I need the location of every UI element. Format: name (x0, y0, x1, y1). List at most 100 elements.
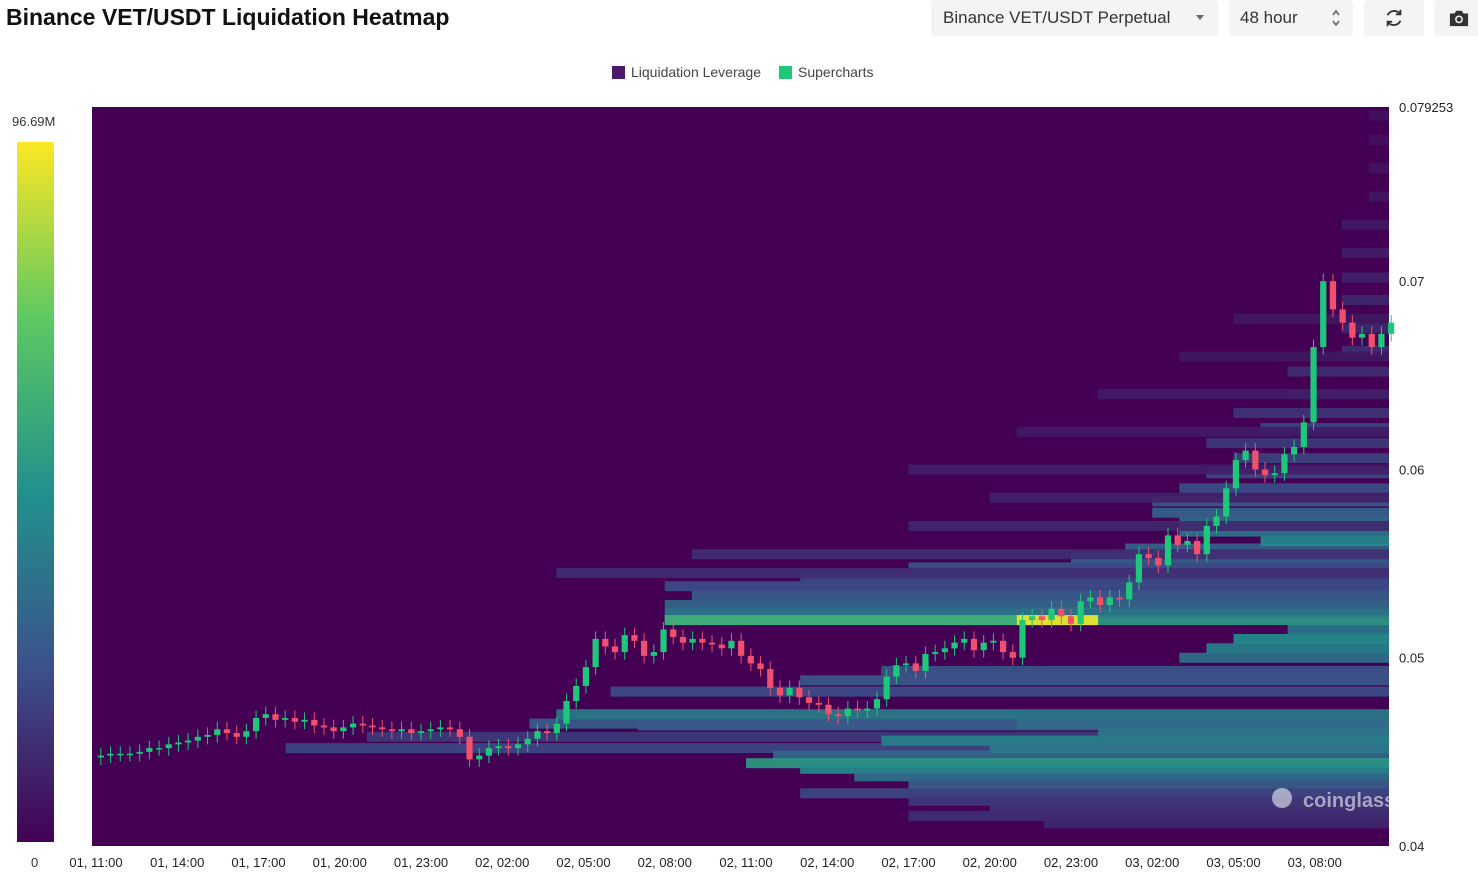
candle[interactable] (97, 755, 104, 758)
candle[interactable] (1329, 281, 1337, 310)
candle[interactable] (679, 637, 687, 643)
candle[interactable] (1194, 541, 1201, 555)
candle[interactable] (1067, 616, 1075, 624)
candle[interactable] (1368, 333, 1375, 348)
candle[interactable] (1164, 535, 1172, 566)
candle[interactable] (1184, 541, 1191, 545)
candle[interactable] (961, 638, 968, 643)
candle[interactable] (1358, 333, 1366, 338)
candle[interactable] (757, 663, 764, 670)
candle[interactable] (660, 629, 667, 653)
candle[interactable] (1097, 597, 1104, 606)
candle[interactable] (272, 714, 279, 720)
candle[interactable] (553, 723, 560, 734)
candle[interactable] (1135, 554, 1143, 583)
candle[interactable] (1106, 597, 1113, 606)
candle[interactable] (932, 652, 939, 654)
candle[interactable] (1232, 460, 1240, 489)
candle[interactable] (1058, 608, 1065, 617)
candle[interactable] (388, 729, 395, 732)
candle[interactable] (805, 697, 813, 703)
candle[interactable] (146, 748, 153, 752)
candle[interactable] (524, 738, 531, 745)
candle[interactable] (1388, 322, 1395, 334)
candle[interactable] (185, 740, 192, 743)
candle[interactable] (233, 733, 240, 737)
candle[interactable] (1252, 450, 1259, 470)
candle[interactable] (223, 729, 231, 734)
candle[interactable] (873, 699, 881, 709)
candle[interactable] (1349, 322, 1356, 338)
candle[interactable] (175, 742, 182, 745)
candle[interactable] (243, 731, 250, 737)
candle[interactable] (815, 702, 822, 705)
candle[interactable] (670, 629, 677, 638)
candle[interactable] (126, 753, 134, 756)
candle[interactable] (165, 744, 172, 749)
candle[interactable] (718, 644, 725, 649)
candle[interactable] (611, 646, 619, 653)
candle[interactable] (1213, 516, 1220, 526)
candle[interactable] (631, 635, 638, 641)
candle[interactable] (835, 714, 842, 717)
candle[interactable] (602, 638, 609, 647)
candle[interactable] (1223, 488, 1230, 517)
candle[interactable] (573, 685, 580, 702)
candle[interactable] (592, 638, 599, 668)
candle[interactable] (311, 719, 318, 726)
candle[interactable] (767, 669, 774, 688)
candle[interactable] (786, 687, 793, 696)
candle[interactable] (1320, 281, 1327, 348)
candle[interactable] (514, 744, 522, 749)
candle[interactable] (485, 748, 493, 756)
candle[interactable] (563, 701, 570, 724)
candle[interactable] (1310, 347, 1317, 423)
candle[interactable] (1145, 554, 1152, 558)
candle[interactable] (650, 652, 657, 656)
candle[interactable] (495, 746, 502, 749)
candle[interactable] (476, 755, 483, 760)
candle[interactable] (214, 729, 221, 735)
candle[interactable] (854, 708, 861, 711)
candle[interactable] (796, 687, 803, 698)
candle[interactable] (194, 736, 201, 741)
candle[interactable] (107, 753, 114, 756)
candle[interactable] (844, 708, 851, 717)
candle[interactable] (1029, 616, 1036, 621)
candle[interactable] (204, 734, 211, 737)
candle[interactable] (417, 731, 425, 734)
candle[interactable] (941, 648, 948, 653)
candle[interactable] (582, 667, 590, 686)
candle[interactable] (689, 638, 696, 643)
candle[interactable] (1019, 620, 1026, 658)
candle[interactable] (970, 638, 978, 651)
candle[interactable] (902, 663, 910, 666)
candle[interactable] (641, 640, 648, 656)
candle[interactable] (893, 665, 900, 677)
candle[interactable] (1174, 535, 1181, 545)
candle[interactable] (883, 676, 890, 700)
candle[interactable] (1291, 446, 1298, 455)
candle[interactable] (155, 748, 163, 750)
candle[interactable] (951, 642, 958, 649)
candle[interactable] (466, 736, 473, 760)
candle[interactable] (369, 725, 376, 728)
candle[interactable] (1339, 309, 1346, 323)
candle[interactable] (117, 753, 124, 756)
candle[interactable] (291, 717, 298, 722)
candle[interactable] (262, 714, 269, 718)
candle[interactable] (320, 725, 328, 728)
candle[interactable] (728, 640, 735, 649)
candle[interactable] (544, 731, 551, 734)
candle[interactable] (340, 727, 347, 732)
candle[interactable] (708, 642, 716, 645)
candle[interactable] (1048, 608, 1055, 621)
candle[interactable] (1281, 454, 1288, 474)
candle[interactable] (534, 731, 541, 739)
candle[interactable] (505, 746, 512, 749)
candle[interactable] (990, 640, 997, 643)
candle[interactable] (1300, 422, 1307, 447)
candle[interactable] (379, 727, 386, 730)
candle[interactable] (1077, 601, 1084, 624)
candle[interactable] (747, 655, 754, 664)
